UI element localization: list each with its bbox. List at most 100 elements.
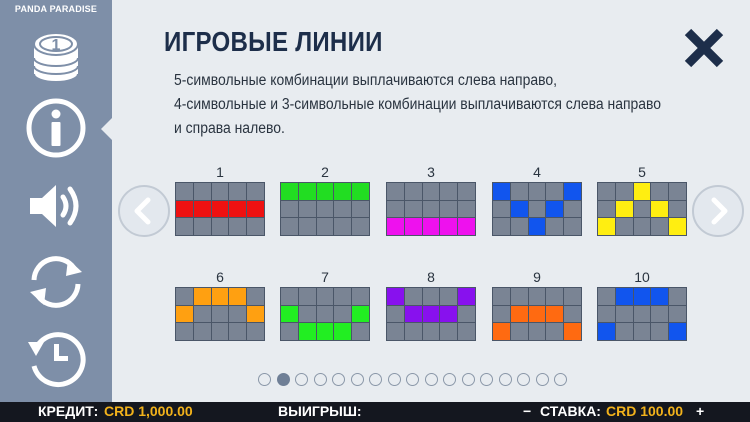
paylines-panel: ИГРОВЫЕ ЛИНИИ 5-символьные комбинации вы…	[112, 0, 750, 402]
payline-cell-active	[615, 288, 633, 305]
speaker-icon[interactable]	[24, 174, 88, 238]
payline-cell	[546, 323, 564, 340]
coins-icon[interactable]: 1	[24, 22, 88, 86]
payline-number: 1	[216, 164, 224, 180]
payline-cell	[598, 288, 615, 305]
payline-cell	[229, 323, 247, 340]
payline-cell-active	[404, 218, 422, 235]
payline-cell-active	[298, 183, 316, 200]
payline-cell	[298, 200, 316, 218]
payline-cell	[229, 305, 247, 323]
payline-cell	[615, 305, 633, 323]
chevron-left-icon[interactable]	[118, 185, 170, 237]
page-dot[interactable]	[461, 373, 475, 386]
payline-cell	[176, 218, 193, 235]
history-icon[interactable]	[24, 326, 88, 390]
page-dot[interactable]	[258, 373, 271, 386]
bet-increase-button[interactable]: +	[696, 403, 704, 419]
payline-cell	[247, 288, 264, 305]
payline-cell-active	[510, 200, 528, 218]
page-dot[interactable]	[369, 373, 382, 386]
payline-cell	[298, 305, 316, 323]
payline-number: 7	[321, 269, 329, 285]
close-icon[interactable]	[682, 26, 726, 70]
bottom-bar: КРЕДИТ: CRD 1,000.00 ВЫИГРЫШ: − СТАВКА: …	[0, 402, 750, 422]
payline-cell	[669, 200, 686, 218]
payline-grid	[492, 182, 582, 236]
payline-cell	[615, 183, 633, 200]
payline-cell	[564, 288, 581, 305]
svg-text:1: 1	[52, 37, 61, 54]
page-dot[interactable]	[443, 373, 456, 386]
payline-cell	[176, 183, 193, 200]
payline-cell	[669, 305, 686, 323]
payline-grid	[280, 182, 370, 236]
payline-cell-active	[440, 305, 458, 323]
payline-cell	[387, 183, 404, 200]
page-dot[interactable]	[554, 373, 567, 386]
payline-grid	[175, 182, 265, 236]
page-dot[interactable]	[535, 373, 549, 386]
payline-cell	[564, 218, 581, 235]
payline-cell	[247, 183, 264, 200]
payline-cell-active	[669, 218, 686, 235]
game-title: PANDA PARADISE	[14, 4, 98, 14]
page-dot[interactable]	[517, 373, 530, 386]
payline-cell	[651, 323, 669, 340]
payline-cell	[510, 183, 528, 200]
page-dot[interactable]	[387, 373, 401, 386]
payline-cell-active	[316, 183, 334, 200]
payline-cell	[211, 183, 229, 200]
autoplay-icon[interactable]	[24, 250, 88, 314]
payline-cell	[211, 218, 229, 235]
payline-cell	[422, 288, 440, 305]
payline-cell-active	[281, 183, 298, 200]
payline-cell	[281, 218, 298, 235]
payline-cell	[334, 218, 352, 235]
payline-cell-active	[176, 305, 193, 323]
page-dot[interactable]	[295, 373, 308, 386]
page-dot[interactable]	[332, 373, 345, 386]
payline-cell	[633, 305, 651, 323]
payline-cell-active	[546, 200, 564, 218]
payline-cell	[528, 288, 546, 305]
page-dot[interactable]	[480, 373, 493, 386]
payline-cell-active	[352, 305, 369, 323]
payline-cell-active	[651, 288, 669, 305]
payline-number: 3	[427, 164, 435, 180]
payline-cell-active	[598, 218, 615, 235]
payline-cell	[493, 218, 510, 235]
payline-cell	[229, 183, 247, 200]
page-dot[interactable]	[424, 373, 438, 386]
chevron-right-icon[interactable]	[692, 185, 744, 237]
payline-number: 9	[533, 269, 541, 285]
description-line: 4-символьные и 3-символьные комбинации в…	[174, 96, 662, 113]
info-icon[interactable]	[24, 96, 88, 160]
payline-cell-active	[615, 200, 633, 218]
payline-number: 5	[638, 164, 646, 180]
payline-cell-active	[669, 323, 686, 340]
bet-decrease-button[interactable]: −	[523, 403, 531, 419]
payline-cell-active	[352, 183, 369, 200]
payline-cell	[193, 305, 211, 323]
win-label: ВЫИГРЫШ:	[278, 403, 362, 419]
payline-cell-active	[334, 323, 352, 340]
payline-cell	[316, 218, 334, 235]
payline-cell-active	[633, 183, 651, 200]
payline-cell-active	[176, 200, 193, 218]
payline-cell	[493, 288, 510, 305]
payline-cell	[458, 200, 475, 218]
payline-cell	[615, 323, 633, 340]
payline-cell	[510, 323, 528, 340]
page-dot[interactable]	[313, 373, 327, 386]
payline-cell	[352, 200, 369, 218]
payline-cell	[440, 200, 458, 218]
payline-cell	[564, 200, 581, 218]
payline-cell	[352, 288, 369, 305]
page-dot[interactable]	[276, 373, 290, 386]
page-dot[interactable]	[406, 373, 419, 386]
payline-cell	[633, 200, 651, 218]
page-dot[interactable]	[498, 373, 512, 386]
page-dot[interactable]	[350, 373, 364, 386]
payline-cell-active	[458, 218, 475, 235]
